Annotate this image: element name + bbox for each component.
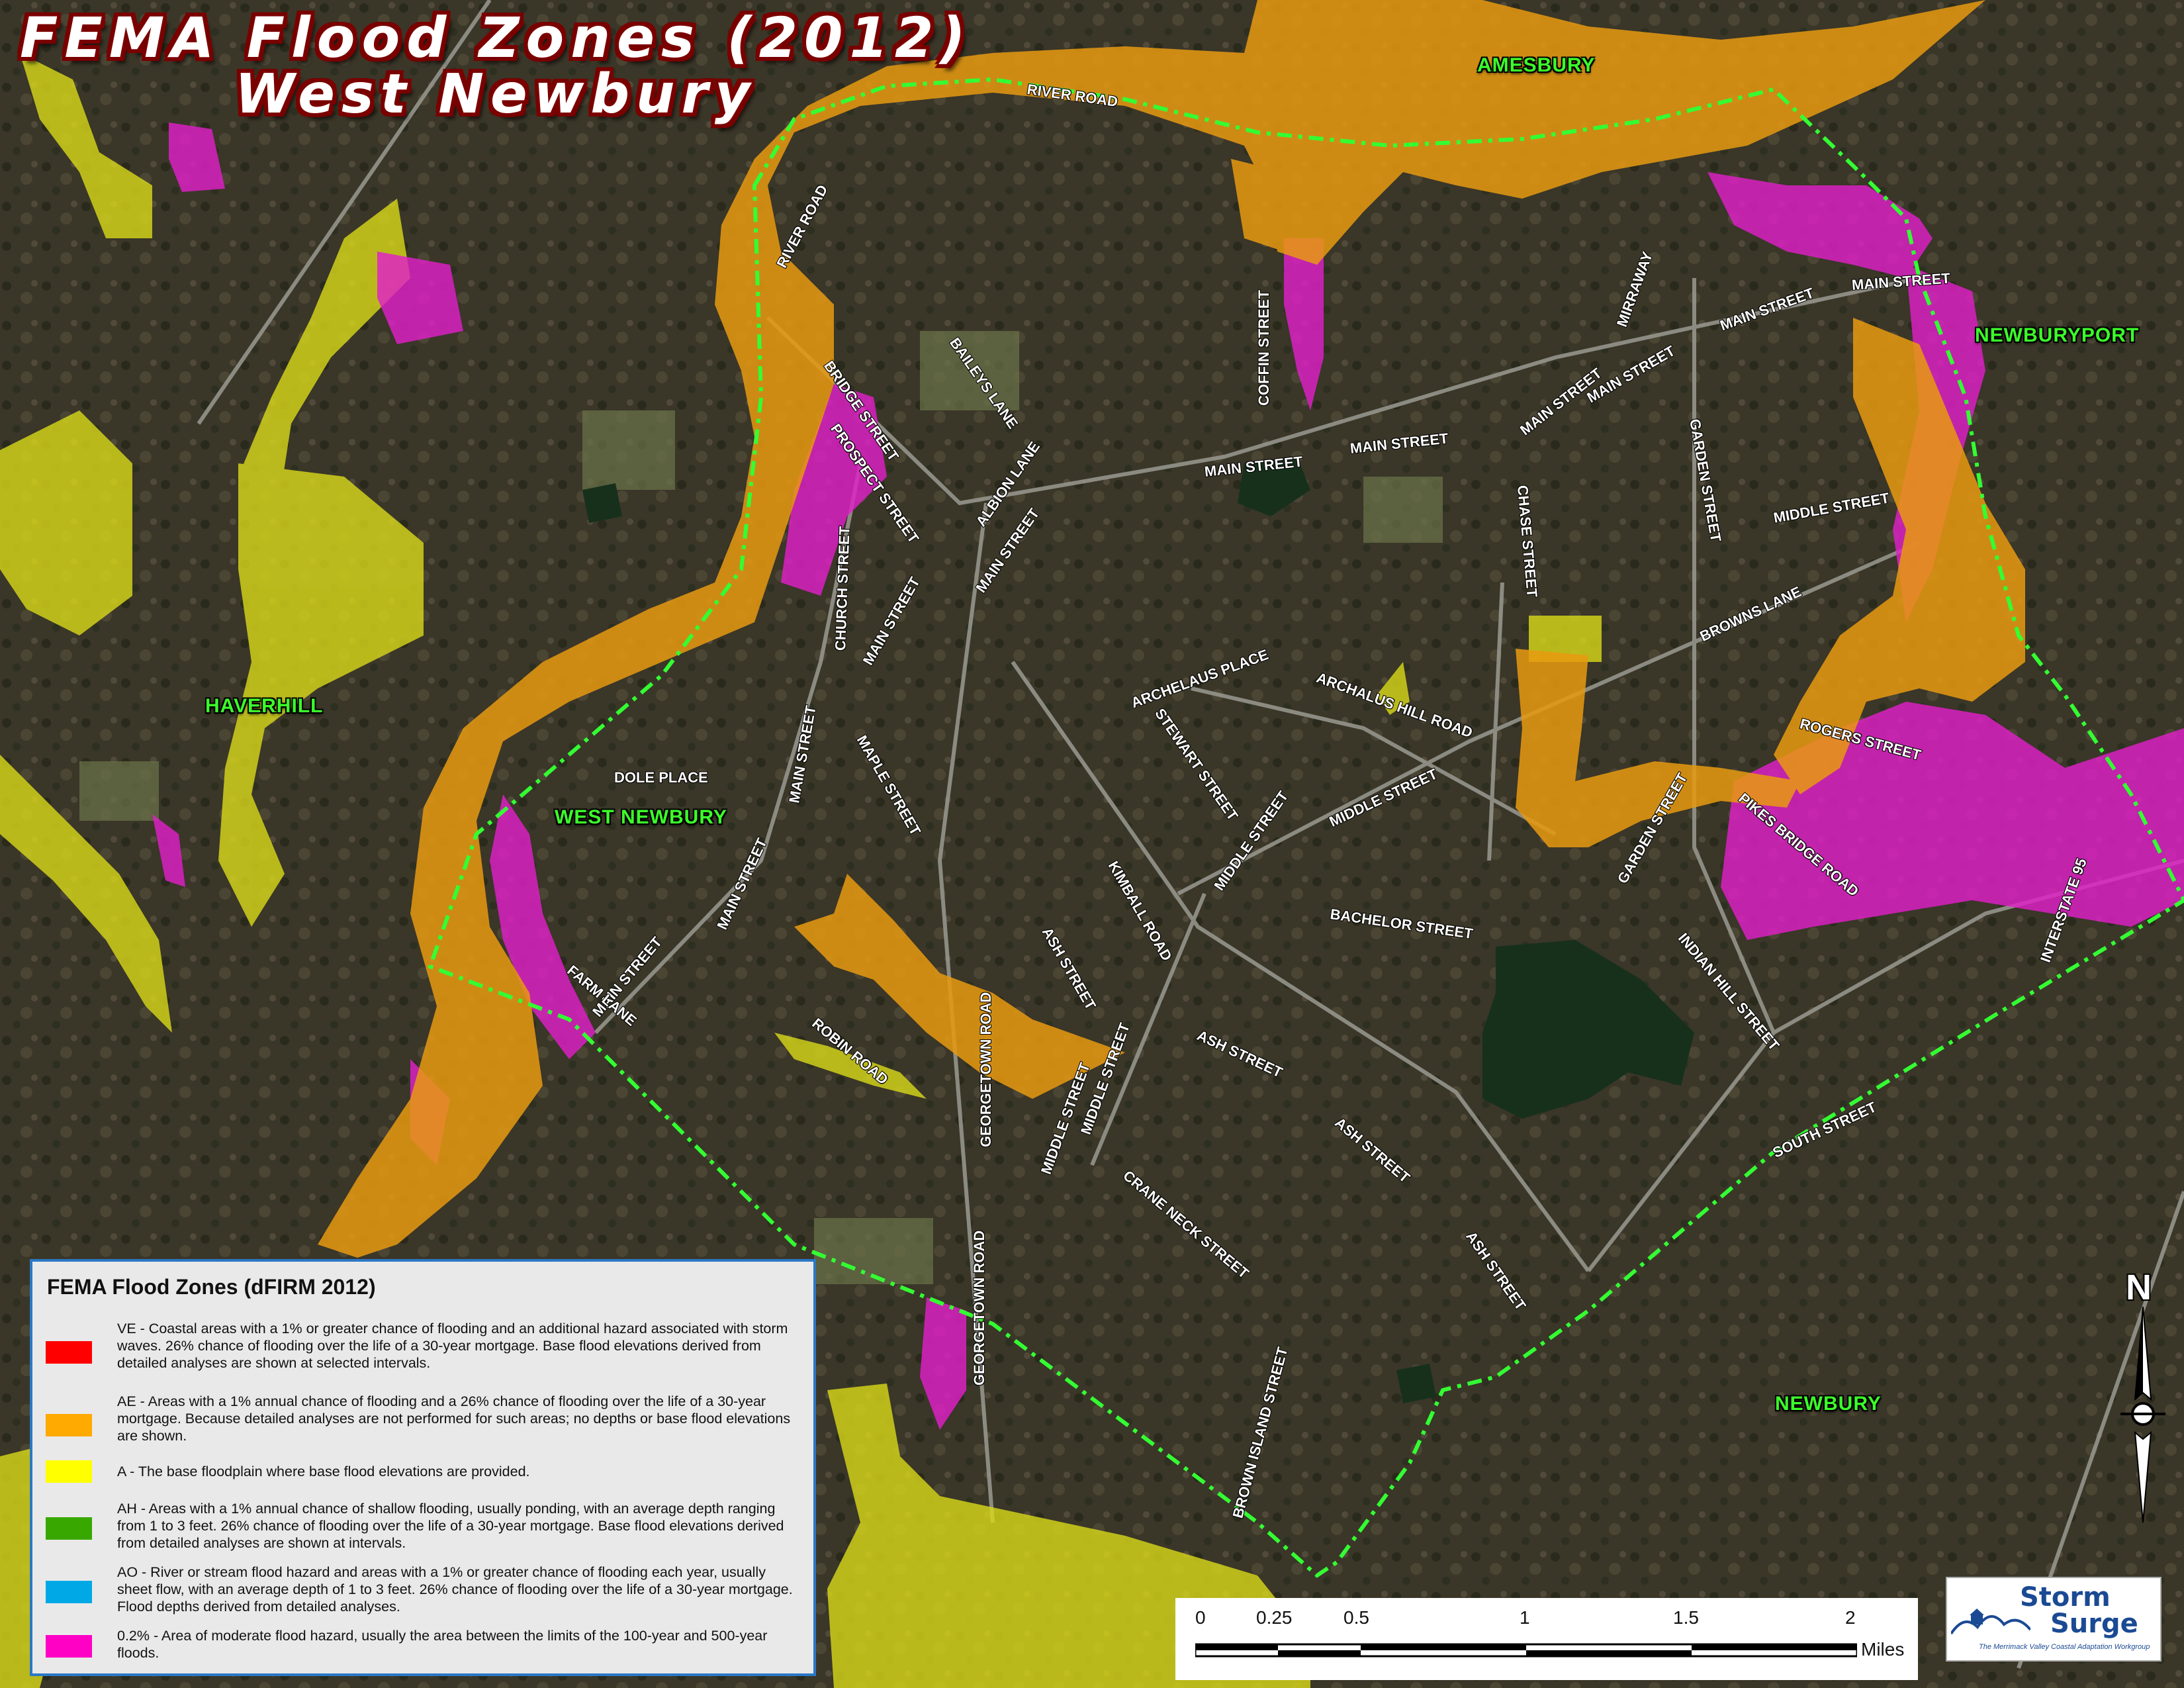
- scale-label-0-5: 0.5: [1343, 1607, 1369, 1628]
- scale-bar-graphic: [1195, 1643, 1857, 1658]
- scale-unit-label: Miles: [1861, 1639, 1905, 1660]
- legend-swatch-ao: [46, 1581, 92, 1603]
- logo-subtitle: The Merrimack Valley Coastal Adaptation …: [1979, 1643, 2150, 1651]
- street-label: COFFIN STREET: [1255, 290, 1272, 406]
- street-label: GEORGETOWN ROAD: [971, 1230, 987, 1385]
- legend-title: FEMA Flood Zones (dFIRM 2012): [47, 1275, 376, 1299]
- town-label-newbury: NEWBURY: [1775, 1393, 1882, 1415]
- map-title: FEMA Flood Zones (2012): [20, 5, 972, 70]
- storm-surge-wave-icon: [1951, 1609, 2030, 1635]
- scale-label-0-25: 0.25: [1256, 1607, 1293, 1628]
- street-label: DOLE PLACE: [614, 769, 708, 786]
- legend-text-a: A - The base floodplain where base flood…: [117, 1464, 530, 1479]
- town-label-newburyport: NEWBURYPORT: [1975, 324, 2140, 346]
- town-label-amesbury: AMESBURY: [1477, 54, 1596, 76]
- legend-swatch-a: [46, 1460, 92, 1483]
- north-arrow-graphic: [2120, 1307, 2165, 1523]
- legend-text-ae: AE - Areas with a 1% annual chance of fl…: [117, 1393, 791, 1444]
- town-label-west-newbury: WEST NEWBURY: [555, 806, 727, 828]
- logo-line2: Surge: [2050, 1609, 2138, 1639]
- legend-swatch-ae: [46, 1414, 92, 1436]
- legend-panel: FEMA Flood Zones (dFIRM 2012) VE - Coast…: [30, 1259, 816, 1676]
- legend-text-ao: AO - River or stream flood hazard and ar…: [117, 1564, 793, 1615]
- storm-surge-logo: Storm Surge The Merrimack Valley Coastal…: [1946, 1577, 2161, 1662]
- scale-label-0: 0: [1195, 1607, 1206, 1628]
- scale-label-1: 1: [1520, 1607, 1530, 1628]
- street-label: GEORGETOWN ROAD: [978, 992, 994, 1147]
- legend-swatch-ve: [46, 1341, 92, 1364]
- town-label-haverhill: HAVERHILL: [205, 695, 324, 717]
- legend-swatch-0-2: [46, 1635, 92, 1658]
- scale-bar: 0 0.25 0.5 1 1.5 2 Miles: [1175, 1598, 1918, 1680]
- north-label: N: [2126, 1268, 2152, 1307]
- scale-label-2: 2: [1845, 1607, 1856, 1628]
- map-subtitle: West Newbury: [235, 63, 757, 126]
- north-arrow-icon: N: [2115, 1267, 2171, 1523]
- legend-swatch-ah: [46, 1517, 92, 1540]
- legend-text-0-2: 0.2% - Area of moderate flood hazard, us…: [117, 1628, 768, 1661]
- legend-text-ve: VE - Coastal areas with a 1% or greater …: [117, 1321, 788, 1371]
- scale-label-1-5: 1.5: [1673, 1607, 1699, 1628]
- legend-text-ah: AH - Areas with a 1% annual chance of sh…: [117, 1501, 784, 1551]
